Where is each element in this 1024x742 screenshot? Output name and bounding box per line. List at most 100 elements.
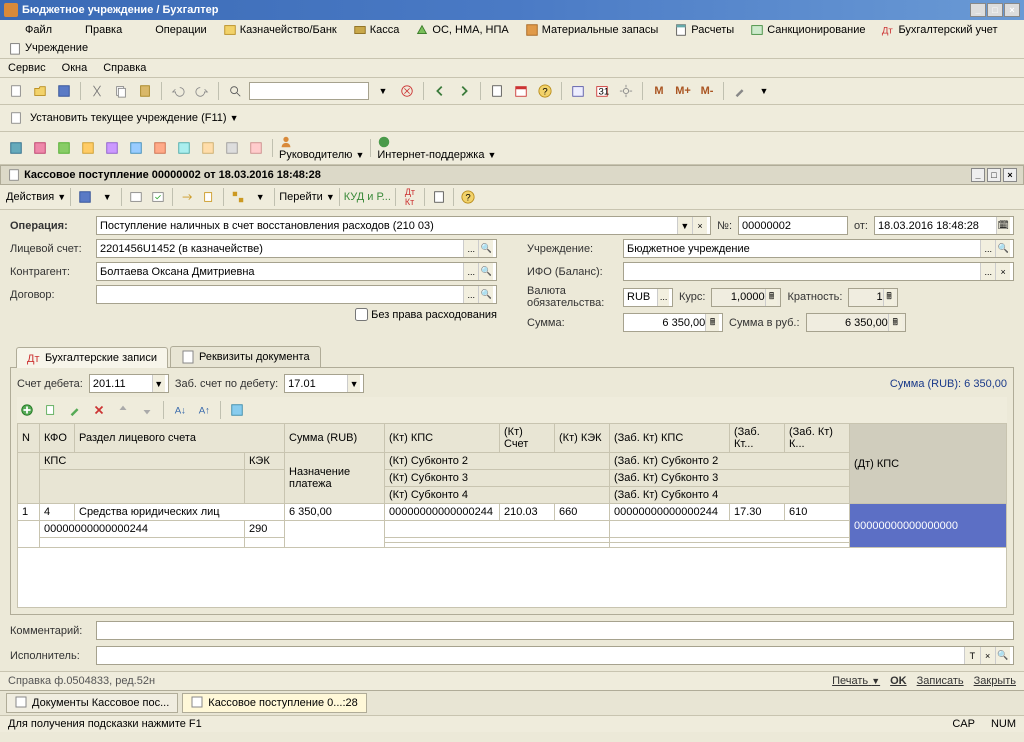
tools-icon[interactable]: [730, 81, 750, 101]
col-zab-acc[interactable]: (Заб. Кт...: [730, 424, 785, 453]
support-dropdown[interactable]: Интернет-поддержка ▼: [377, 135, 496, 161]
tab-requisites[interactable]: Реквизиты документа: [170, 346, 321, 367]
minimize-button[interactable]: _: [970, 3, 986, 17]
doc-report-icon[interactable]: [429, 187, 449, 207]
operation-dd-icon[interactable]: ▼: [677, 217, 692, 234]
col-kt-kek[interactable]: (Кт) КЭК: [555, 424, 610, 453]
col-zab-sub4[interactable]: (Заб. Кт) Субконто 4: [610, 487, 850, 504]
ifo-clear-icon[interactable]: ×: [995, 263, 1010, 280]
zab-dd-icon[interactable]: ▼: [347, 375, 360, 392]
ifo-input[interactable]: [627, 263, 980, 280]
col-n[interactable]: N: [18, 424, 40, 453]
menu-accounting[interactable]: ДтБухгалтерский учет: [879, 22, 999, 38]
paste-icon[interactable]: [135, 81, 155, 101]
restore-button[interactable]: □: [987, 3, 1003, 17]
calc-icon[interactable]: [487, 81, 507, 101]
menu-calc[interactable]: Расчеты: [672, 22, 736, 38]
open-icon[interactable]: [30, 81, 50, 101]
date-icon[interactable]: 31: [592, 81, 612, 101]
menu-help[interactable]: Справка: [101, 61, 148, 75]
doc-post2-icon[interactable]: [148, 187, 168, 207]
org-field[interactable]: ...🔍: [623, 239, 1014, 258]
save-button[interactable]: Записать: [917, 675, 964, 687]
search-input[interactable]: [249, 82, 369, 100]
col-kps[interactable]: КПС: [40, 453, 245, 470]
m-minus-button[interactable]: M-: [697, 81, 717, 101]
ls-select-icon[interactable]: ...: [463, 240, 478, 257]
col-kt-acc[interactable]: (Кт) Счет: [500, 424, 555, 453]
ls-field[interactable]: ...🔍: [96, 239, 497, 258]
num-input[interactable]: [742, 217, 844, 234]
mult-calc-icon[interactable]: 🖩: [883, 289, 895, 306]
tools-dd[interactable]: ▼: [754, 81, 774, 101]
ok-button[interactable]: OK: [890, 675, 907, 687]
comment-input[interactable]: [100, 622, 1010, 639]
contract-field[interactable]: ...🔍: [96, 285, 497, 304]
org-open-icon[interactable]: 🔍: [995, 240, 1010, 257]
doc-save-icon[interactable]: [75, 187, 95, 207]
grid-sort-asc-icon[interactable]: A↓: [170, 400, 190, 420]
operation-input[interactable]: [100, 217, 677, 234]
col-kek[interactable]: КЭК: [245, 453, 285, 470]
lead-dropdown[interactable]: Руководителю ▼: [279, 135, 364, 161]
cut-icon[interactable]: [87, 81, 107, 101]
contract-select-icon[interactable]: ...: [463, 286, 478, 303]
menu-assets[interactable]: ОС, НМА, НПА: [413, 22, 510, 38]
date-picker-icon[interactable]: 🗓: [996, 217, 1010, 234]
grid-up-icon[interactable]: [113, 400, 133, 420]
close-button[interactable]: ×: [1004, 3, 1020, 17]
col-section[interactable]: Раздел лицевого счета: [75, 424, 285, 453]
calendar-icon[interactable]: [511, 81, 531, 101]
ls-open-icon[interactable]: 🔍: [478, 240, 493, 257]
col-purpose[interactable]: Назначение платежа: [285, 453, 385, 504]
panel-icon-1[interactable]: [6, 138, 26, 158]
org-select-icon[interactable]: ...: [980, 240, 995, 257]
save-icon[interactable]: [54, 81, 74, 101]
col-zab-sub3[interactable]: (Заб. Кт) Субконто 3: [610, 470, 850, 487]
grid-sort-desc-icon[interactable]: A↑: [194, 400, 214, 420]
panel-icon-8[interactable]: [174, 138, 194, 158]
menu-treasury[interactable]: Казначейство/Банк: [221, 22, 339, 38]
contract-open-icon[interactable]: 🔍: [478, 286, 493, 303]
zab-field[interactable]: ▼: [284, 374, 364, 393]
help-icon[interactable]: ?: [535, 81, 555, 101]
col-sum[interactable]: Сумма (RUB): [285, 424, 385, 453]
col-zab-kps[interactable]: (Заб. Кт) КПС: [610, 424, 730, 453]
actions-dropdown[interactable]: Действия ▼: [6, 191, 66, 203]
menu-edit[interactable]: Правка: [66, 22, 124, 38]
col-kt-kps[interactable]: (Кт) КПС: [385, 424, 500, 453]
exec-clear-icon[interactable]: ×: [980, 647, 995, 664]
menu-operations[interactable]: Операции: [136, 22, 208, 38]
doc-minimize-button[interactable]: _: [971, 168, 985, 182]
dtKt-icon[interactable]: ДтКт: [400, 187, 420, 207]
col-kt-sub3[interactable]: (Кт) Субконто 3: [385, 470, 610, 487]
ls-input[interactable]: [100, 240, 463, 257]
col-zab-kek[interactable]: (Заб. Кт) К...: [785, 424, 850, 453]
sum-field[interactable]: 🖩: [623, 313, 723, 332]
rate-calc-icon[interactable]: 🖩: [765, 289, 778, 306]
menu-file[interactable]: Файл: [6, 22, 54, 38]
task-2[interactable]: Кассовое поступление 0...:28: [182, 693, 366, 713]
menu-service[interactable]: Сервис: [6, 61, 48, 75]
clear-icon[interactable]: [397, 81, 417, 101]
date-input[interactable]: [878, 217, 996, 234]
ifo-field[interactable]: ...×: [623, 262, 1014, 281]
kudir-button[interactable]: КУД и Р...: [344, 191, 391, 203]
panel-icon-2[interactable]: [30, 138, 50, 158]
currency-field[interactable]: ...: [623, 288, 673, 307]
ifo-select-icon[interactable]: ...: [980, 263, 995, 280]
grid-copy-icon[interactable]: [41, 400, 61, 420]
panel-icon-4[interactable]: [78, 138, 98, 158]
settings-icon[interactable]: [616, 81, 636, 101]
search-icon[interactable]: [225, 81, 245, 101]
doc-copy-icon[interactable]: [199, 187, 219, 207]
cal2-icon[interactable]: [568, 81, 588, 101]
print-button[interactable]: Печать ▼: [832, 675, 880, 687]
m-plus-button[interactable]: M+: [673, 81, 693, 101]
grid-add-icon[interactable]: [17, 400, 37, 420]
org-icon[interactable]: [6, 108, 26, 128]
col-dt-kps[interactable]: (Дт) КПС: [850, 424, 1007, 504]
comment-field[interactable]: [96, 621, 1014, 640]
contr-field[interactable]: ...🔍: [96, 262, 497, 281]
grid-edit-icon[interactable]: [65, 400, 85, 420]
